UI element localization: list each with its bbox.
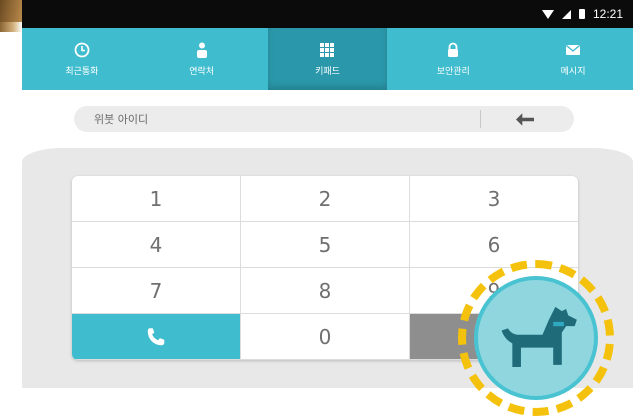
corner-photo-fragment xyxy=(0,22,22,32)
backspace-button[interactable] xyxy=(510,108,540,130)
overlay-badge-inner xyxy=(474,276,598,400)
overlay-badge[interactable] xyxy=(458,260,614,416)
tab-label: 보안관리 xyxy=(436,66,470,77)
key-1[interactable]: 1 xyxy=(72,176,241,222)
tab-messages[interactable]: 메시지 xyxy=(513,28,633,90)
battery-icon xyxy=(578,9,585,19)
key-3[interactable]: 3 xyxy=(410,176,578,222)
tab-contacts[interactable]: 연락처 xyxy=(142,28,262,90)
envelope-icon xyxy=(566,44,581,55)
key-2[interactable]: 2 xyxy=(241,176,410,222)
tab-label: 메시지 xyxy=(560,66,586,77)
key-7[interactable]: 7 xyxy=(72,268,241,314)
tab-recent-calls[interactable]: 최근통화 xyxy=(22,28,142,90)
wifi-icon xyxy=(541,9,554,19)
key-0[interactable]: 0 xyxy=(241,314,410,360)
signal-icon xyxy=(561,9,571,19)
tab-label: 연락처 xyxy=(189,66,215,77)
dog-icon xyxy=(501,306,577,368)
tab-keypad[interactable]: 키패드 xyxy=(267,28,388,90)
search-placeholder: 위붓 아이디 xyxy=(94,113,149,126)
clock-icon xyxy=(74,42,90,57)
back-arrow-icon xyxy=(516,112,534,126)
search-input[interactable]: 위붓 아이디 xyxy=(74,106,574,132)
search-area: 위붓 아이디 xyxy=(0,90,633,148)
keypad-row: 4 5 6 xyxy=(72,222,578,268)
key-4[interactable]: 4 xyxy=(72,222,241,268)
status-time: 12:21 xyxy=(592,7,623,21)
tab-security[interactable]: 보안관리 xyxy=(393,28,513,90)
key-5[interactable]: 5 xyxy=(241,222,410,268)
person-icon xyxy=(196,42,207,58)
status-bar: 12:21 xyxy=(22,0,633,28)
keypad-icon xyxy=(320,42,335,57)
keypad-row: 1 2 3 xyxy=(72,176,578,222)
lock-icon xyxy=(448,42,459,57)
tab-label: 키패드 xyxy=(315,66,340,77)
tab-label: 최근통화 xyxy=(65,66,99,77)
call-button[interactable] xyxy=(72,314,241,360)
key-8[interactable]: 8 xyxy=(241,268,410,314)
phone-icon xyxy=(147,327,165,345)
search-divider xyxy=(480,110,481,128)
tab-bar: 최근통화 연락처 키패드 보안관리 메시지 xyxy=(22,28,633,90)
